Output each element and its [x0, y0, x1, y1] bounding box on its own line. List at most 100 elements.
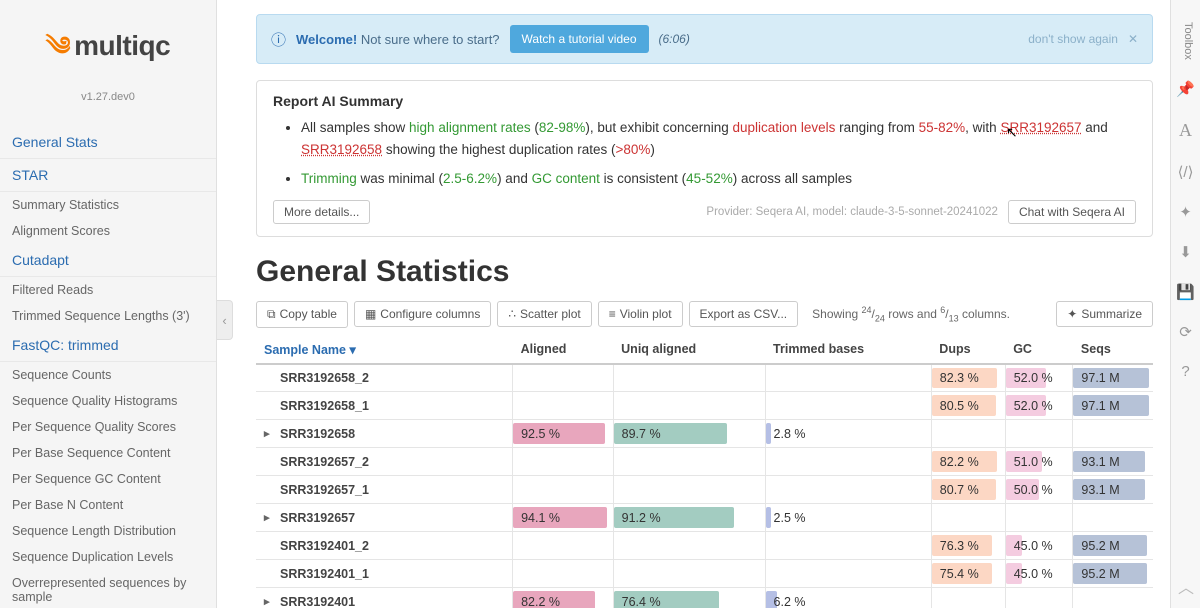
- table-cell: 82.2 %: [513, 588, 614, 608]
- sample-cell: SRR3192658_2: [256, 364, 513, 392]
- nav-general-stats[interactable]: General Stats: [0, 126, 216, 159]
- nav-star-sub[interactable]: Summary Statistics: [0, 192, 216, 218]
- table-cell: [513, 392, 614, 420]
- col-uniq[interactable]: Uniq aligned: [613, 336, 765, 364]
- col-sample[interactable]: Sample Name ▾: [256, 336, 513, 364]
- table-cell: 93.1 M: [1073, 448, 1153, 476]
- table-cell: 45.0 %: [1005, 532, 1073, 560]
- sample-cell: SRR3192657_1: [256, 476, 513, 504]
- help-icon[interactable]: ?: [1181, 363, 1189, 380]
- table-cell: [765, 476, 931, 504]
- table-row: SRR3192401_276.3 %45.0 %95.2 M: [256, 532, 1153, 560]
- nav-star[interactable]: STAR: [0, 159, 216, 192]
- sample-cell: SRR3192401_1: [256, 560, 513, 588]
- table-cell: 80.5 %: [931, 392, 1005, 420]
- app-version: v1.27.dev0: [10, 91, 206, 103]
- table-cell: 82.2 %: [931, 448, 1005, 476]
- configure-columns-button[interactable]: ▦Configure columns: [354, 301, 491, 327]
- summarize-button[interactable]: ✦Summarize: [1056, 301, 1153, 327]
- summary-link-sample2[interactable]: SRR3192658: [301, 142, 382, 157]
- export-csv-button[interactable]: Export as CSV...: [689, 301, 799, 327]
- table-row: SRR3192657_180.7 %50.0 %93.1 M: [256, 476, 1153, 504]
- table-cell: [931, 588, 1005, 608]
- chat-ai-button[interactable]: Chat with Seqera AI: [1008, 200, 1136, 224]
- general-stats-table: Sample Name ▾ Aligned Uniq aligned Trimm…: [256, 336, 1153, 608]
- showing-counts: Showing 24/24 rows and 6/13 columns.: [812, 305, 1010, 323]
- table-cell: 82.3 %: [931, 364, 1005, 392]
- sample-cell[interactable]: SRR3192657: [256, 504, 513, 532]
- copy-table-button[interactable]: ⧉Copy table: [256, 301, 348, 328]
- table-cell: 75.4 %: [931, 560, 1005, 588]
- table-row: SRR3192657_2 82.2 %51.0 %93.1 M: [256, 448, 1153, 476]
- table-cell: [1005, 504, 1073, 532]
- table-row: SRR3192401_175.4 %45.0 %95.2 M: [256, 560, 1153, 588]
- table-cell: 97.1 M: [1073, 392, 1153, 420]
- tutorial-duration: (6:06): [659, 32, 690, 46]
- sample-cell[interactable]: SRR3192658: [256, 420, 513, 448]
- col-aligned[interactable]: Aligned: [513, 336, 614, 364]
- table-cell: 95.2 M: [1073, 532, 1153, 560]
- nav-fastqc-sub[interactable]: Per Base N Content: [0, 492, 216, 518]
- section-title: General Statistics: [256, 255, 1153, 289]
- nav-fastqc-sub[interactable]: Sequence Duplication Levels: [0, 544, 216, 570]
- font-icon[interactable]: A: [1179, 120, 1192, 141]
- nav-cutadapt[interactable]: Cutadapt: [0, 244, 216, 277]
- table-cell: [613, 392, 765, 420]
- col-seqs[interactable]: Seqs: [1073, 336, 1153, 364]
- save-icon[interactable]: 💾: [1176, 283, 1195, 301]
- nav-cutadapt-sub[interactable]: Trimmed Sequence Lengths (3'): [0, 303, 216, 329]
- table-cell: [613, 364, 765, 392]
- table-row: SRR319265794.1 %91.2 %2.5 %: [256, 504, 1153, 532]
- table-cell: 76.4 %: [613, 588, 765, 608]
- nav-fastqc-sub[interactable]: Per Sequence GC Content: [0, 466, 216, 492]
- nav-fastqc-sub[interactable]: Overrepresented sequences by sample: [0, 570, 216, 608]
- table-row: SRR3192658_180.5 %52.0 %97.1 M: [256, 392, 1153, 420]
- nav-fastqc[interactable]: FastQC: trimmed: [0, 329, 216, 362]
- nav-fastqc-sub[interactable]: Sequence Length Distribution: [0, 518, 216, 544]
- summary-bullet-1: All samples show high alignment rates (8…: [301, 117, 1136, 160]
- table-cell: [613, 560, 765, 588]
- table-cell: 91.2 %: [613, 504, 765, 532]
- welcome-dismiss[interactable]: don't show again✕: [1028, 32, 1138, 46]
- ai-summary-title: Report AI Summary: [273, 93, 1136, 109]
- table-cell: [1005, 588, 1073, 608]
- sample-cell[interactable]: SRR3192401: [256, 588, 513, 608]
- nav-cutadapt-sub[interactable]: Filtered Reads: [0, 277, 216, 303]
- pin-icon[interactable]: 📌: [1176, 80, 1195, 98]
- table-cell: [765, 364, 931, 392]
- table-cell: 2.8 %: [765, 420, 931, 448]
- nav-fastqc-sub[interactable]: Sequence Quality Histograms: [0, 388, 216, 414]
- violin-plot-button[interactable]: ≡Violin plot: [598, 301, 683, 327]
- col-dups[interactable]: Dups: [931, 336, 1005, 364]
- nav-fastqc-sub[interactable]: Sequence Counts: [0, 362, 216, 388]
- scroll-top-icon[interactable]: ︿: [1178, 574, 1194, 598]
- logo-swirl-icon: ༄: [46, 31, 70, 61]
- sparkle-icon[interactable]: ✦: [1179, 203, 1192, 221]
- table-cell: 51.0 %: [1005, 448, 1073, 476]
- sidebar-collapse-handle[interactable]: ‹: [217, 300, 233, 340]
- scatter-plot-button[interactable]: ∴Scatter plot: [497, 301, 591, 327]
- welcome-text: Welcome! Not sure where to start?: [296, 32, 500, 47]
- download-icon[interactable]: ⬇: [1179, 243, 1192, 261]
- code-icon[interactable]: ⟨/⟩: [1178, 163, 1194, 181]
- violin-icon: ≡: [609, 307, 616, 321]
- close-icon[interactable]: ✕: [1128, 32, 1138, 46]
- nav-fastqc-sub[interactable]: Per Base Sequence Content: [0, 440, 216, 466]
- summary-link-sample1[interactable]: SRR3192657: [1000, 120, 1081, 135]
- table-row: SRR3192658_282.3 %52.0 %97.1 M: [256, 364, 1153, 392]
- ai-provider-label: Provider: Seqera AI, model: claude-3-5-s…: [706, 206, 998, 218]
- table-cell: [1073, 420, 1153, 448]
- table-cell: [765, 532, 931, 560]
- nav-star-sub[interactable]: Alignment Scores: [0, 218, 216, 244]
- table-cell: 80.7 %: [931, 476, 1005, 504]
- tutorial-button[interactable]: Watch a tutorial video: [510, 25, 649, 53]
- sample-cell: SRR3192657_2: [256, 448, 513, 476]
- more-details-button[interactable]: More details...: [273, 200, 370, 224]
- table-cell: 76.3 %: [931, 532, 1005, 560]
- app-logo: ༄multiqc: [10, 18, 206, 91]
- col-trim[interactable]: Trimmed bases: [765, 336, 931, 364]
- col-gc[interactable]: GC: [1005, 336, 1073, 364]
- refresh-icon[interactable]: ⟳: [1179, 323, 1192, 341]
- plus-icon: ✦: [1067, 307, 1077, 321]
- nav-fastqc-sub[interactable]: Per Sequence Quality Scores: [0, 414, 216, 440]
